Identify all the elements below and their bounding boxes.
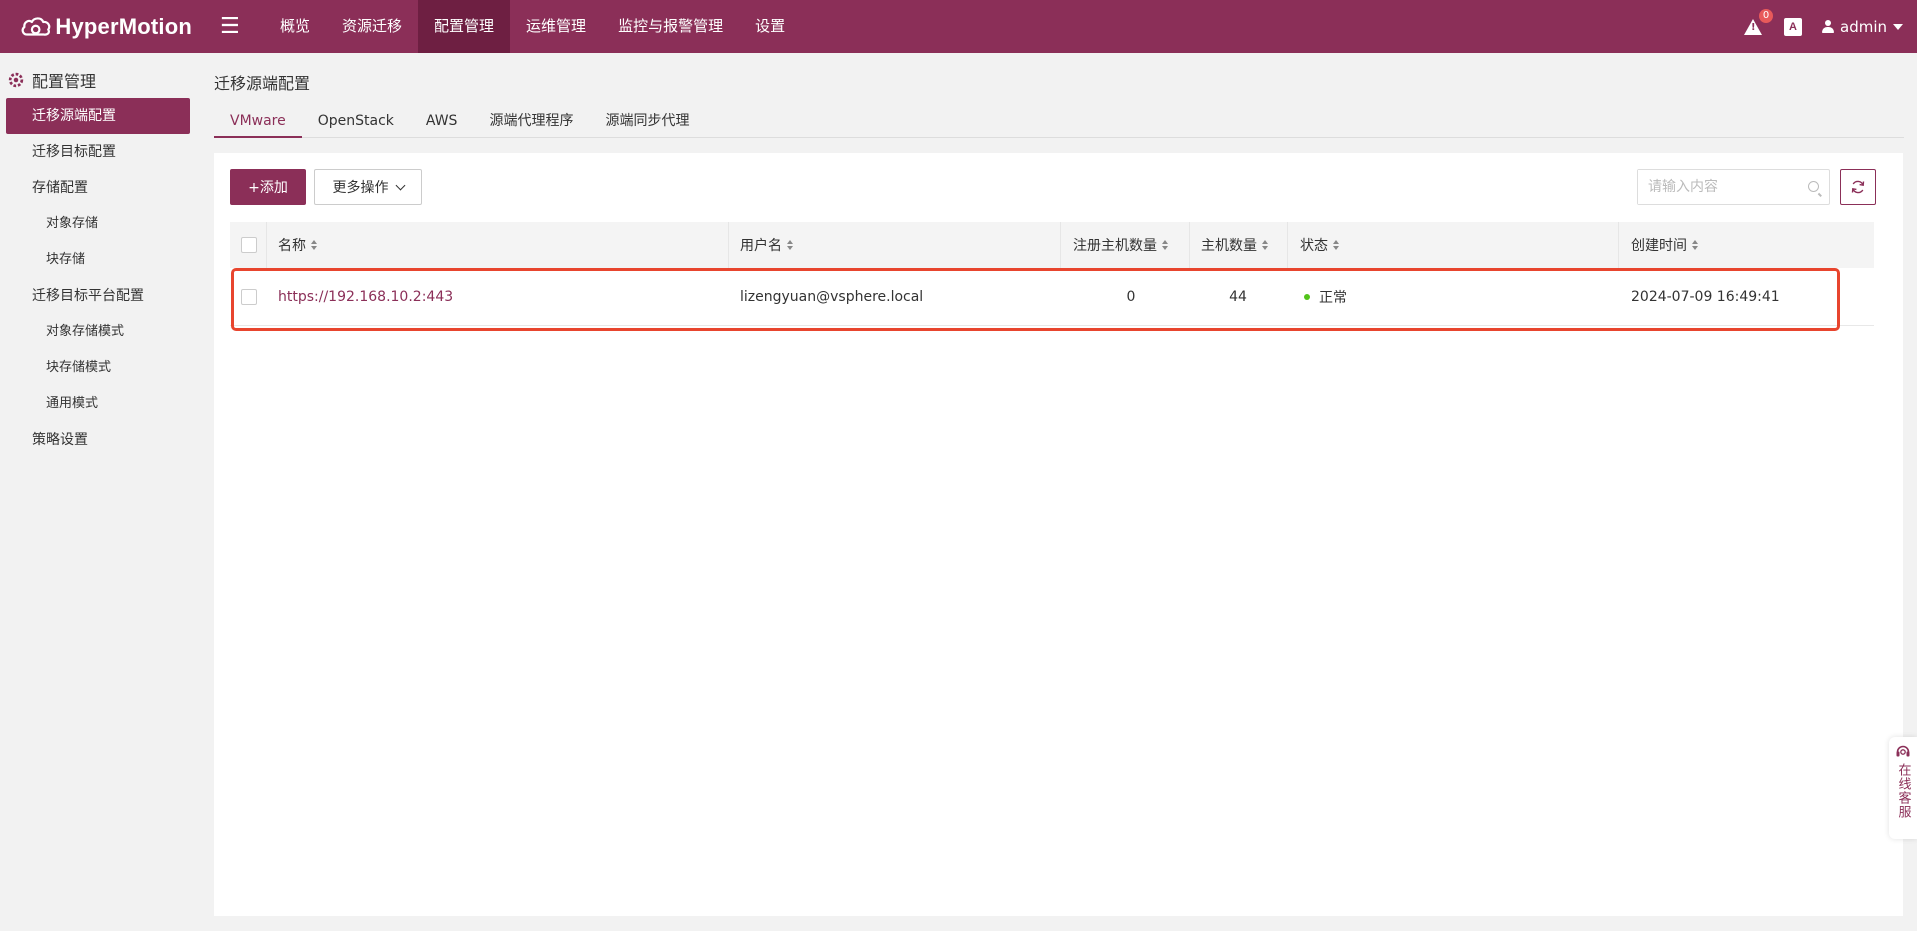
source-name-link[interactable]: https://192.168.10.2:443 [278, 268, 453, 325]
tab-source-agent[interactable]: 源端代理程序 [473, 106, 589, 138]
nav-item-monitoring[interactable]: 监控与报警管理 [602, 0, 739, 53]
online-service-button[interactable]: 在线客服 [1889, 737, 1917, 839]
headset-icon [1896, 745, 1910, 757]
sidebar-item-storage-config[interactable]: 存储配置 [6, 170, 190, 206]
user-menu[interactable]: admin [1822, 18, 1903, 36]
column-divider [728, 222, 729, 268]
column-divider [266, 222, 267, 268]
caret-down-icon [1893, 23, 1903, 30]
nav-item-ops[interactable]: 运维管理 [510, 0, 602, 53]
select-all-checkbox-cell [241, 222, 257, 268]
username-cell: lizengyuan@vsphere.local [740, 288, 924, 305]
select-all-checkbox[interactable] [241, 237, 257, 253]
sort-icon [787, 240, 793, 250]
column-divider [1287, 222, 1288, 268]
created-time-cell: 2024-07-09 16:49:41 [1631, 288, 1780, 305]
tab-aws[interactable]: AWS [410, 106, 474, 138]
sidebar-title: 配置管理 [32, 72, 97, 91]
sort-icon [311, 240, 317, 250]
row-checkbox[interactable] [241, 288, 257, 305]
column-divider [1189, 222, 1190, 268]
column-divider [1060, 222, 1061, 268]
nav-item-overview[interactable]: 概览 [264, 0, 326, 53]
content-panel: +添加 更多操作 名称 用户名 [214, 153, 1903, 916]
sidebar-item-source-config[interactable]: 迁移源端配置 [6, 98, 190, 134]
more-actions-button[interactable]: 更多操作 [314, 169, 422, 205]
logo[interactable]: HyperMotion [20, 9, 192, 45]
column-header-label: 用户名 [740, 238, 782, 254]
status-dot-icon [1304, 293, 1310, 300]
sidebar-item-target-config[interactable]: 迁移目标配置 [6, 134, 190, 170]
source-table: 名称 用户名 注册主机数量 主机数量 状态 创建时间 https://192.1… [230, 222, 1874, 326]
sort-icon [1692, 240, 1698, 250]
menu-icon[interactable]: ☰ [220, 14, 260, 39]
alert-button[interactable]: 0 [1742, 8, 1773, 38]
sidebar-item-object-storage-mode[interactable]: 对象存储模式 [6, 314, 190, 350]
nav-item-settings[interactable]: 设置 [739, 0, 801, 53]
top-navbar: HyperMotion ☰ 概览 资源迁移 配置管理 运维管理 监控与报警管理 … [0, 0, 1917, 53]
column-header-status[interactable]: 状态 [1300, 222, 1339, 268]
column-header-registered-hosts[interactable]: 注册主机数量 [1073, 222, 1168, 268]
sidebar: 配置管理 迁移源端配置 迁移目标配置 存储配置 对象存储 块存储 迁移目标平台配… [0, 53, 200, 931]
table-header: 名称 用户名 注册主机数量 主机数量 状态 创建时间 [230, 222, 1874, 268]
more-actions-label: 更多操作 [332, 180, 389, 196]
hosts-cell: 44 [1229, 288, 1247, 305]
top-right-tools: 0 A admin [1742, 0, 1903, 53]
refresh-button[interactable] [1840, 169, 1876, 205]
search-input[interactable] [1638, 170, 1798, 204]
column-header-label: 主机数量 [1201, 238, 1257, 254]
app-name: HyperMotion [55, 13, 192, 39]
column-header-created[interactable]: 创建时间 [1631, 222, 1698, 268]
sort-icon [1333, 240, 1339, 250]
username: admin [1840, 17, 1887, 36]
sidebar-item-general-mode[interactable]: 通用模式 [6, 386, 190, 422]
alert-count-badge: 0 [1759, 8, 1773, 23]
nav-item-config[interactable]: 配置管理 [418, 0, 511, 53]
cloud-logo-icon [21, 16, 51, 36]
column-header-label: 名称 [278, 238, 306, 254]
language-icon[interactable]: A [1784, 17, 1802, 36]
sidebar-item-target-platform-config[interactable]: 迁移目标平台配置 [6, 278, 190, 314]
table-row: https://192.168.10.2:443 lizengyuan@vsph… [230, 268, 1874, 326]
column-header-label: 创建时间 [1631, 238, 1687, 254]
column-header-label: 状态 [1300, 238, 1328, 254]
sidebar-item-block-storage[interactable]: 块存储 [6, 242, 190, 278]
sort-icon [1162, 240, 1168, 250]
search-icon[interactable] [1808, 181, 1819, 192]
sidebar-item-policy-settings[interactable]: 策略设置 [6, 422, 190, 458]
source-tabs: VMware OpenStack AWS 源端代理程序 源端同步代理 [214, 106, 1904, 138]
config-gear-icon [8, 72, 24, 88]
sidebar-item-block-storage-mode[interactable]: 块存储模式 [6, 350, 190, 386]
main-nav: 概览 资源迁移 配置管理 运维管理 监控与报警管理 设置 [264, 0, 801, 53]
column-header-username[interactable]: 用户名 [740, 222, 793, 268]
online-service-label: 在线客服 [1895, 763, 1911, 819]
nav-item-migration[interactable]: 资源迁移 [326, 0, 418, 53]
row-checkbox-cell [241, 268, 257, 325]
status-cell: 正常 [1304, 268, 1347, 325]
warning-icon [1744, 18, 1762, 35]
add-button[interactable]: +添加 [230, 169, 306, 205]
tab-openstack[interactable]: OpenStack [302, 106, 410, 138]
tab-source-sync-agent[interactable]: 源端同步代理 [589, 106, 705, 138]
column-header-hosts[interactable]: 主机数量 [1201, 222, 1268, 268]
column-divider [1618, 222, 1619, 268]
search-box [1637, 169, 1830, 205]
tab-vmware[interactable]: VMware [214, 106, 302, 138]
refresh-icon [1851, 180, 1865, 194]
status-text: 正常 [1319, 289, 1347, 306]
column-header-label: 注册主机数量 [1073, 238, 1157, 254]
registered-hosts-cell: 0 [1126, 288, 1136, 305]
sort-icon [1262, 240, 1268, 250]
page-title: 迁移源端配置 [214, 74, 311, 93]
sidebar-item-object-storage[interactable]: 对象存储 [6, 206, 190, 242]
user-icon [1822, 19, 1834, 34]
column-header-name[interactable]: 名称 [278, 222, 317, 268]
chevron-down-icon [395, 180, 405, 190]
